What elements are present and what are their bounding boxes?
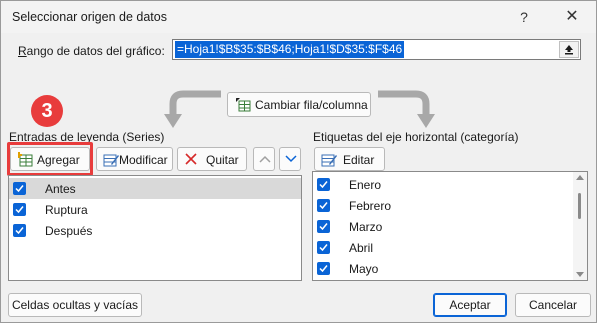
remove-series-label: Quitar xyxy=(206,153,239,167)
list-item[interactable]: Abril xyxy=(313,237,573,258)
edit-grid-icon xyxy=(321,154,337,167)
hidden-empty-cells-button[interactable]: Celdas ocultas y vacías xyxy=(8,293,142,317)
category-label: Enero xyxy=(349,178,382,192)
category-label: Febrero xyxy=(349,199,392,213)
series-label: Después xyxy=(45,224,93,238)
list-item[interactable]: Mayo xyxy=(313,258,573,279)
series-label: Ruptura xyxy=(45,203,88,217)
add-button-highlight xyxy=(7,142,93,176)
edit-series-label: Modificar xyxy=(119,153,168,167)
category-label: Marzo xyxy=(349,220,383,234)
legend-entries-list[interactable]: Antes Ruptura Después xyxy=(8,175,302,281)
edit-axis-labels-label: Editar xyxy=(343,153,375,167)
chart-data-range-label: Rango de datos del gráfico: xyxy=(18,44,165,58)
series-label: Antes xyxy=(45,182,76,196)
move-up-button[interactable] xyxy=(253,147,275,171)
vertical-scrollbar[interactable] xyxy=(573,172,587,280)
category-label: Mayo xyxy=(349,262,379,276)
list-item[interactable]: Antes xyxy=(9,178,301,199)
switch-row-column-label: Cambiar fila/columna xyxy=(255,98,368,112)
chart-data-range-value: =Hoja1!$B$35:$B$46;Hoja1!$D$35:$F$46 xyxy=(175,41,405,58)
ok-button[interactable]: Aceptar xyxy=(433,293,507,317)
chart-data-range-label-rest: ango de datos del gráfico: xyxy=(26,44,165,58)
axis-labels-list[interactable]: Enero Febrero Marzo Abril Mayo xyxy=(312,171,588,281)
scroll-down-arrow-icon[interactable] xyxy=(576,272,584,277)
select-data-source-dialog: Seleccionar origen de datos ? ✕ Rango de… xyxy=(0,0,597,323)
checkbox-checked[interactable] xyxy=(13,182,26,195)
checkbox-checked[interactable] xyxy=(13,224,26,237)
chevron-down-icon xyxy=(285,155,297,163)
cancel-button[interactable]: Cancelar xyxy=(515,293,591,317)
list-item[interactable]: Enero xyxy=(313,174,573,195)
help-button[interactable]: ? xyxy=(507,3,541,31)
axis-labels-header: Etiquetas del eje horizontal (categoría) xyxy=(313,130,519,144)
remove-series-button[interactable]: Quitar xyxy=(177,147,247,171)
edit-series-button[interactable]: Modificar xyxy=(96,147,173,171)
list-item[interactable]: Febrero xyxy=(313,195,573,216)
list-item[interactable]: Después xyxy=(9,220,301,241)
list-item[interactable]: Ruptura xyxy=(9,199,301,220)
close-button[interactable]: ✕ xyxy=(553,3,591,31)
step-number-badge: 3 xyxy=(31,95,63,127)
switch-grid-icon xyxy=(236,98,251,112)
chart-data-range-input[interactable]: =Hoja1!$B$35:$B$46;Hoja1!$D$35:$F$46 xyxy=(172,39,581,60)
scroll-up-arrow-icon[interactable] xyxy=(576,175,584,180)
right-curved-arrow-icon xyxy=(378,90,435,128)
move-down-button[interactable] xyxy=(279,147,301,171)
left-curved-arrow-icon xyxy=(164,90,221,128)
checkbox-checked[interactable] xyxy=(317,178,330,191)
switch-row-column-button[interactable]: Cambiar fila/columna xyxy=(227,92,371,117)
dialog-title: Seleccionar origen de datos xyxy=(12,10,167,24)
checkbox-checked[interactable] xyxy=(13,203,26,216)
collapse-dialog-button[interactable] xyxy=(559,41,579,58)
category-label: Abril xyxy=(349,241,374,255)
edit-axis-labels-button[interactable]: Editar xyxy=(314,147,385,171)
chevron-up-icon xyxy=(259,155,271,163)
remove-x-icon xyxy=(185,153,197,165)
collapse-arrow-icon xyxy=(565,45,573,55)
scrollbar-thumb[interactable] xyxy=(578,193,581,219)
edit-grid-icon xyxy=(103,154,119,167)
checkbox-checked[interactable] xyxy=(317,241,330,254)
list-item[interactable]: Marzo xyxy=(313,216,573,237)
checkbox-checked[interactable] xyxy=(317,220,330,233)
checkbox-checked[interactable] xyxy=(317,262,330,275)
checkbox-checked[interactable] xyxy=(317,199,330,212)
title-bar: Seleccionar origen de datos ? ✕ xyxy=(1,1,596,33)
